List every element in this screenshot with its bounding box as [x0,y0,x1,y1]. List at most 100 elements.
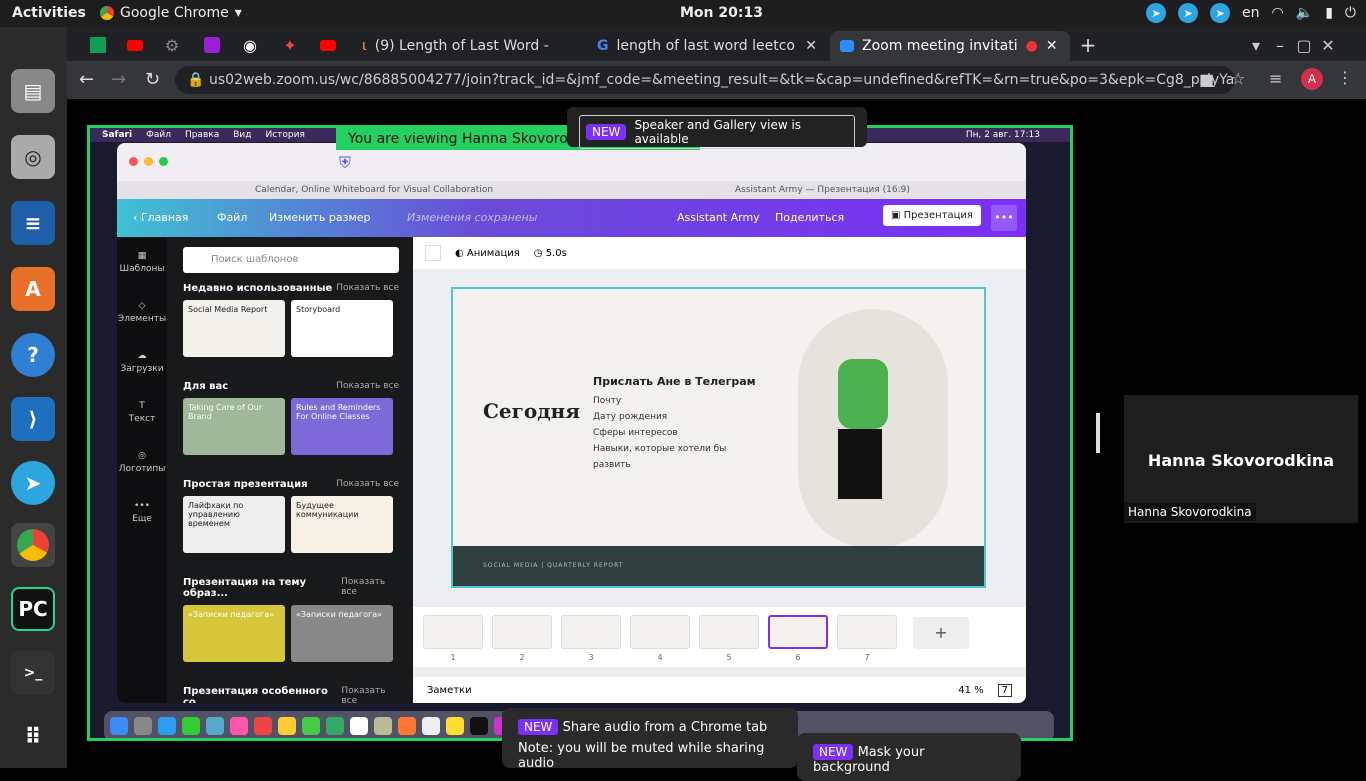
battery-icon[interactable]: ▮ [1325,5,1333,21]
camera-icon[interactable]: ■ [1199,70,1214,89]
canva-sidebar: ▦ Шаблоны ◇ Элементы ☁ Загрузки T Текст ◎ Лог… [117,237,413,703]
activities-button[interactable]: Activities [12,5,86,21]
participant-name: Hanna Skovorodkina [1147,451,1335,470]
canva-share: Поделиться [775,211,845,224]
pinned-tab-bolt[interactable]: ✦ [275,33,305,57]
page-number: 6 [795,653,801,662]
new-badge: NEW [813,744,854,760]
template-thumb: Будущее коммуникации [291,496,393,553]
mac-dock-icon [182,717,200,735]
mac-dock-icon [398,717,416,735]
lock-icon: 🔒 [187,72,205,88]
template-thumb: «Записки педагога» [183,605,285,662]
back-icon[interactable]: ← [79,69,94,90]
canva-more-tools: ••• Еще [132,500,152,524]
new-tab-button[interactable]: + [1073,33,1103,57]
help-icon[interactable]: ? [11,333,55,377]
slide-figure [838,359,888,429]
template-thumb: Лайфхаки по управлению временем [183,496,285,553]
zoom-icon [840,40,854,52]
page-thumbnail [561,615,621,649]
tab-leetcode[interactable]: ɩ (9) Length of Last Word - [352,31,586,61]
new-badge: NEW [518,719,559,735]
close-tab-icon[interactable]: ✕ [1046,38,1058,54]
pycharm-icon[interactable]: PC [11,587,55,631]
traffic-lights [129,157,168,166]
safari-window: ⛨ Calendar, Online Whiteboard for Visual… [117,143,1026,703]
volume-icon[interactable]: 🔈 [1296,5,1313,21]
mac-dock-icon [422,717,440,735]
resize-handle[interactable] [1096,413,1100,453]
telegram-dock-icon[interactable]: ➤ [11,461,55,505]
slide-heading: Сегодня [483,399,580,423]
page-thumbnail [699,615,759,649]
duration-button: ◷ 5.0s [533,247,567,259]
mac-dock-icon [470,717,488,735]
page-thumbnail [768,615,828,649]
media-icon[interactable]: ≡ [1269,69,1282,88]
star-icon[interactable]: ☆ [1231,69,1245,88]
section-simple: Простая презентация Показать все [183,479,399,490]
system-tray: ➤ ➤ ➤ en ◠ 🔈 ▮ ⏻ [1146,3,1356,23]
mac-dock-icon [446,717,464,735]
template-thumb: «Записки педагога» [291,605,393,662]
tab-zoom[interactable]: Zoom meeting invitati ● ✕ [830,31,1070,61]
list-item: Навыки, которые хотели бы развить [593,444,727,470]
app-menu[interactable]: Google Chrome ▾ [100,5,242,21]
pinned-tab-settings[interactable]: ⚙ [157,33,187,57]
slide-figure-legs [838,429,882,499]
page-number: 1 [450,653,456,662]
close-window-button[interactable]: ✕ [1313,33,1343,57]
mac-dock-icon [350,717,368,735]
mac-dock-icon [326,717,344,735]
canva-template-panel: Поиск шаблонов Недавно использованные Пок… [183,237,399,703]
participant-label: Hanna Skovorodkina [1124,503,1256,521]
section-special: Презентация особенного со... Показать все [183,686,386,703]
chrome-dock-icon[interactable] [11,523,55,567]
mac-dock-icon [254,717,272,735]
canva-saved: Изменения сохранены [407,211,538,224]
canva-elements: ◇ Элементы [117,300,167,324]
telegram-icon[interactable]: ➤ [1210,3,1231,23]
list-item: Почту [593,396,622,406]
reload-icon[interactable]: ↻ [145,69,160,90]
canva-present: ▣ Презентация [883,205,981,226]
pinned-tab-circle[interactable]: ◉ [235,33,265,57]
forward-icon[interactable]: → [111,69,126,90]
new-badge: NEW [586,124,627,140]
notes-bar: Заметки 41 % 7 [413,677,1026,703]
toolbar: ← → ↻ 🔒 us02web.zoom.us/wc/86885004277/jo… [67,61,1366,99]
canva-editor-toolbar: ◐ Анимация ◷ 5.0s [413,237,1026,269]
canva-logos: ◎ Логотипы [118,450,166,474]
wifi-icon[interactable]: ◠ [1272,5,1284,21]
tab-google-search[interactable]: Glength of last word leetco ✕ [587,31,827,61]
address-bar[interactable]: 🔒 us02web.zoom.us/wc/86885004277/join?tra… [175,66,1235,94]
canva-templates: ▦ Шаблоны [119,250,165,274]
power-icon[interactable]: ⏻ [1345,5,1356,21]
template-thumb: Rules and Reminders For Online Classes [291,398,393,455]
clock[interactable]: Mon 20:13 [680,5,763,21]
profile-avatar[interactable]: A [1301,68,1323,90]
vscode-icon[interactable]: ⟩ [11,397,55,441]
software-icon[interactable]: A [11,267,55,311]
close-tab-icon[interactable]: ✕ [805,38,817,54]
telegram-icon[interactable]: ➤ [1146,3,1167,23]
show-apps-icon[interactable]: ⠿ [11,715,55,759]
tab-strip: ⚙ ◉ ✦ ɩ (9) Length of Last Word - Glength… [67,27,1366,61]
pinned-tab-youtube[interactable] [120,33,150,57]
files-icon[interactable]: ▤ [11,69,55,113]
terminal-icon[interactable]: >_ [11,651,55,695]
pinned-tab-m[interactable] [197,33,227,57]
telegram-icon[interactable]: ➤ [1178,3,1199,23]
pinned-tab-sheets[interactable] [83,33,113,57]
chevron-down-icon: ▾ [234,5,242,21]
participant-tile[interactable]: Hanna Skovorodkina Hanna Skovorodkina [1124,395,1358,523]
chrome-icon [100,6,114,20]
rhythmbox-icon[interactable]: ◎ [11,135,55,179]
writer-icon[interactable]: ≡ [11,201,55,245]
pinned-tab-youtube2[interactable] [313,33,343,57]
menu-icon[interactable]: ⋮ [1337,68,1353,87]
language-indicator[interactable]: en [1242,5,1260,21]
page-thumbnail [423,615,483,649]
mac-dock-icon [302,717,320,735]
